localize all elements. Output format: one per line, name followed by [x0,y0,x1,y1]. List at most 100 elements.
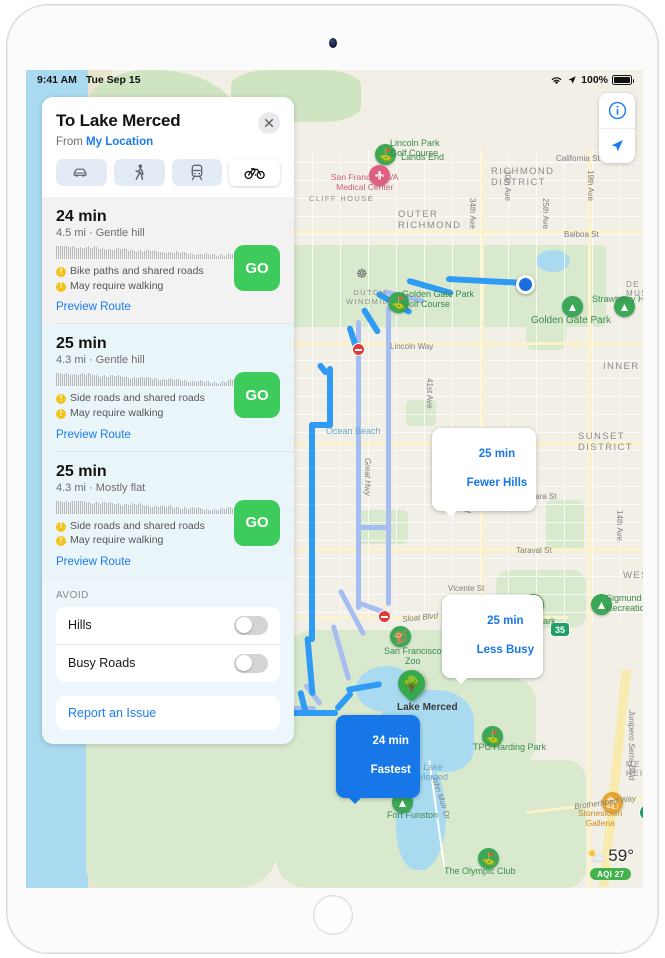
hospital-pin-va-medical[interactable]: ✚ [369,165,390,186]
route-warning: ! Side roads and shared roads [56,520,224,534]
warning-icon: ! [56,267,66,277]
mall-pin-stonestown[interactable]: 🛍 [602,792,623,813]
go-button[interactable]: GO [234,372,280,419]
from-prefix: From [56,136,87,148]
route-warning: ! Side roads and shared roads [56,392,224,406]
warning-icon: ! [56,281,66,292]
close-button[interactable] [258,112,280,134]
callout-time: 25 min [487,615,524,628]
avoid-toggle-busy-roads[interactable] [234,653,268,673]
sun-behind-cloud-icon [587,848,605,862]
mode-button-drive[interactable] [56,159,107,186]
park-pin-stern-grove[interactable]: ▲ [591,594,612,615]
map-street [592,150,593,330]
map-street [620,332,621,622]
park-pin-lincoln-golf[interactable]: ⛳ [375,144,396,165]
route-main-line[interactable] [290,710,338,716]
report-issue-box[interactable]: Report an Issue [56,695,280,730]
from-location-link[interactable]: My Location [86,136,153,148]
route-main-line[interactable] [309,422,315,642]
from-row[interactable]: From My Location [56,136,280,148]
less-busy-callout[interactable]: 25 min Less Busy [442,595,544,684]
ipad-device-frame: 🌳 Lake Merced ⛳ ⛳ ▲ ▲ ▲ ▲ 🐒 ⛳ ▲ ⛳ 🛍 ✚ ☸ … [6,4,659,954]
avoid-section-title: AVOID [56,589,89,601]
battery-fill [614,77,630,83]
status-bar: 9:41 AM Tue Sep 15 100% [26,70,643,90]
fewer-hills-callout[interactable]: 25 min Fewer Hills [432,428,537,517]
map-street [536,150,537,330]
route-option-1[interactable]: 24 min 4.5 mi · Gentle hill ! Bike paths… [42,197,294,324]
mode-button-cycle[interactable] [229,159,280,186]
route-warning-text: Side roads and shared roads [70,519,205,532]
map-street [424,150,425,330]
origin-location-dot [516,275,535,294]
route-alt-line[interactable] [356,525,390,530]
avoid-row-busy-roads[interactable]: Busy Roads [56,643,280,682]
screen: 🌳 Lake Merced ⛳ ⛳ ▲ ▲ ▲ ▲ 🐒 ⛳ ▲ ⛳ 🛍 ✚ ☸ … [26,70,643,888]
route-option-2[interactable]: 25 min 4.3 mi · Gentle hill ! Side roads… [42,324,294,451]
transport-mode-selector [56,159,280,186]
preview-route-link[interactable]: Preview Route [56,556,280,568]
route-list: 24 min 4.5 mi · Gentle hill ! Bike paths… [42,197,294,578]
avoid-label-hills: Hills [68,618,92,633]
weather-widget[interactable]: 59° AQI 27 [587,846,634,880]
route-warning: ! May require walking [56,534,224,548]
aqi-badge: AQI 27 [590,868,632,880]
route-option-3[interactable]: 25 min 4.3 mi · Mostly flat ! Side roads… [42,451,294,578]
mode-button-transit[interactable] [171,159,223,186]
wifi-icon [551,77,562,85]
front-camera [328,38,337,48]
go-button[interactable]: GO [234,499,280,546]
warning-icon: ! [56,409,66,419]
avoid-row-hills[interactable]: Hills [56,607,280,644]
elevation-profile-1 [56,246,239,259]
route-warning: ! May require walking [56,407,224,421]
route-detail: 4.3 mi · Gentle hill [56,354,145,367]
no-entry-marker [378,610,391,623]
park-pin-gg-golf[interactable]: ⛳ [388,292,409,313]
route-warning: ! Bike paths and shared roads [56,265,224,279]
location-arrow-icon [568,76,576,84]
map-street [396,332,397,622]
preview-route-link[interactable]: Preview Route [56,301,280,313]
panel-header-row: To Lake Merced [56,111,280,134]
report-issue-link[interactable]: Report an Issue [68,706,268,720]
route-info: ! Bike paths and shared roads ! May requ… [56,239,239,294]
locate-button[interactable] [599,128,635,163]
park-pin-olympic-club[interactable]: ⛳ [478,848,499,869]
toggle-knob [235,655,252,672]
park-pin-sf-zoo[interactable]: 🐒 [390,626,411,647]
map-green-patch-1 [526,320,566,350]
route-alt-line[interactable] [356,320,361,610]
park-pin-strawberry-hill[interactable]: ▲ [614,296,635,317]
go-button[interactable]: GO [234,245,280,291]
avoid-toggle-hills[interactable] [234,615,268,635]
route-alt-line[interactable] [386,306,391,606]
no-entry-marker [352,343,365,356]
route-duration: 25 min [56,335,107,353]
highway-shield-35: 35 [550,622,570,637]
park-pin-tpc-harding[interactable]: ⛳ [482,726,503,747]
status-time: 9:41 AM [37,74,77,86]
route-main-line[interactable] [327,366,333,428]
route-detail: 4.3 mi · Mostly flat [56,481,146,494]
location-arrow-icon [611,140,623,152]
fastest-callout[interactable]: 24 min Fastest [336,715,420,804]
warning-icon: ! [56,521,66,532]
toggle-knob [235,617,252,634]
route-body: ! Side roads and shared roads ! May requ… [56,494,280,549]
map-arterial-sunset [481,150,484,630]
map-street [592,332,593,622]
route-body: ! Side roads and shared roads ! May requ… [56,366,280,421]
preview-route-link[interactable]: Preview Route [56,429,280,441]
route-duration: 25 min [56,462,107,480]
panel-header: To Lake Merced From My Location [42,97,294,197]
weather-temperature-row: 59° [587,846,634,866]
info-button[interactable] [599,93,635,128]
warning-icon: ! [56,536,66,547]
park-pin-golden-gate-park[interactable]: ▲ [562,296,583,317]
directions-panel: To Lake Merced From My Location 24 min 4… [42,97,294,744]
elevation-profile-2 [56,373,239,387]
home-button[interactable] [312,895,353,935]
mode-button-walk[interactable] [113,159,165,186]
